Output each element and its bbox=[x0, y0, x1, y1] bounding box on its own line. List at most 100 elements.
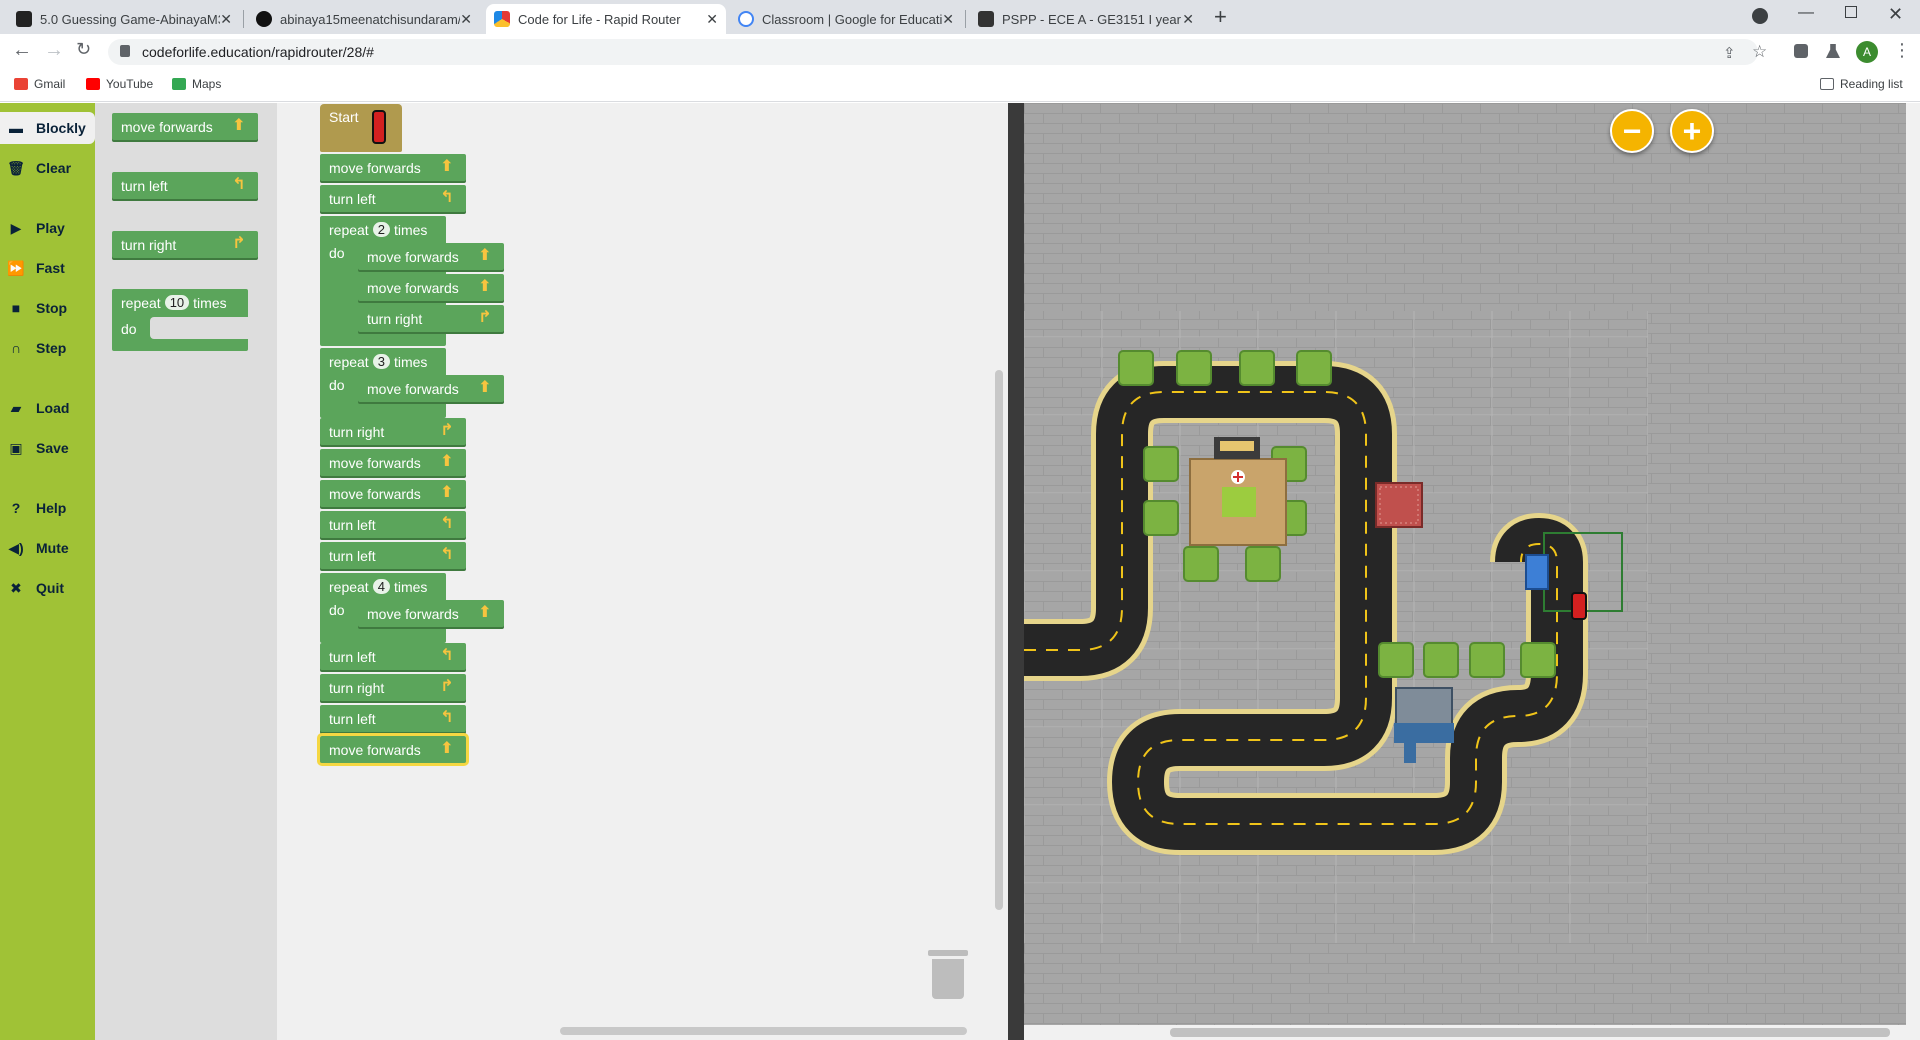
repeat-count[interactable]: 4 bbox=[372, 579, 390, 594]
game-map: − + bbox=[1024, 103, 1906, 1025]
button-label: Fast bbox=[36, 260, 65, 276]
clear-button[interactable]: 🗑 Clear bbox=[0, 152, 95, 184]
close-tab-icon[interactable]: ✕ bbox=[942, 11, 954, 28]
save-button[interactable]: ▣ Save bbox=[0, 432, 95, 464]
share-icon[interactable]: ⇪ bbox=[1723, 44, 1736, 62]
help-icon: ? bbox=[11, 500, 21, 516]
tab-classroom[interactable]: Classroom | Google for Educatio ✕ bbox=[730, 4, 962, 34]
repeat-count[interactable]: 3 bbox=[372, 354, 390, 369]
block-label: move forwards bbox=[121, 118, 213, 135]
move-forwards-block[interactable]: move forwards ⬆ bbox=[358, 375, 504, 402]
arrow-turn-right-icon: ↱ bbox=[440, 422, 454, 439]
move-forwards-block[interactable]: move forwards ⬆ bbox=[358, 600, 504, 627]
close-tab-icon[interactable]: ✕ bbox=[220, 11, 232, 28]
reload-icon[interactable]: ↻ bbox=[76, 39, 91, 60]
move-forwards-block[interactable]: move forwards ⬆ bbox=[358, 274, 504, 301]
panel-divider[interactable] bbox=[1008, 103, 1024, 1040]
maximize-icon[interactable] bbox=[1845, 6, 1857, 18]
trash-can-icon[interactable] bbox=[928, 950, 968, 1000]
step-button[interactable]: ∩ Step bbox=[0, 332, 95, 364]
start-block[interactable]: Start bbox=[320, 104, 402, 152]
repeat-label: repeat bbox=[121, 294, 161, 311]
help-button[interactable]: ? Help bbox=[0, 492, 95, 524]
turn-left-block[interactable]: turn left ↰ bbox=[320, 542, 466, 569]
tab-search-icon[interactable] bbox=[1752, 8, 1768, 24]
folder-icon: ▰ bbox=[10, 399, 22, 416]
fast-button[interactable]: ⏩ Fast bbox=[0, 252, 95, 284]
move-forwards-block[interactable]: move forwards ⬆ bbox=[320, 480, 466, 507]
repeat-slot bbox=[150, 317, 248, 339]
turn-left-block[interactable]: turn left ↰ bbox=[320, 705, 466, 732]
close-tab-icon[interactable]: ✕ bbox=[1182, 11, 1194, 28]
workspace-horizontal-scrollbar[interactable] bbox=[560, 1027, 967, 1035]
blockly-button[interactable]: ▬ Blockly bbox=[0, 112, 95, 144]
profile-avatar[interactable]: A bbox=[1856, 41, 1878, 63]
turn-left-block[interactable]: turn left ↰ bbox=[320, 511, 466, 538]
toolbox-move-forwards-block[interactable]: move forwards ⬆ bbox=[112, 113, 258, 140]
move-forwards-block[interactable]: move forwards ⬆ bbox=[358, 243, 504, 270]
lock-icon[interactable] bbox=[120, 45, 130, 57]
toolbox-turn-right-block[interactable]: turn right ↱ bbox=[112, 231, 258, 258]
move-forwards-block[interactable]: move forwards ⬆ bbox=[320, 154, 466, 181]
do-label: do bbox=[329, 377, 345, 393]
block-label: turn right bbox=[329, 423, 385, 440]
mute-button[interactable]: ◀) Mute bbox=[0, 532, 95, 564]
page-vertical-scrollbar[interactable] bbox=[1906, 103, 1920, 1040]
tab-title: 5.0 Guessing Game-AbinayaM3 - bbox=[40, 11, 220, 27]
menu-icon[interactable]: ⋮ bbox=[1893, 40, 1911, 61]
workspace-vertical-scrollbar[interactable] bbox=[995, 370, 1003, 910]
turn-left-block[interactable]: turn left ↰ bbox=[320, 643, 466, 670]
page-horizontal-scrollbar[interactable] bbox=[1024, 1025, 1906, 1040]
do-label: do bbox=[121, 321, 137, 337]
zoom-out-button[interactable]: − bbox=[1610, 109, 1654, 153]
block-label: move forwards bbox=[367, 380, 459, 397]
do-label: do bbox=[329, 602, 345, 618]
minimize-icon[interactable]: — bbox=[1798, 4, 1814, 22]
stop-button[interactable]: ■ Stop bbox=[0, 292, 95, 324]
bookmark-star-icon[interactable]: ☆ bbox=[1752, 42, 1767, 62]
new-tab-icon[interactable]: + bbox=[1214, 4, 1227, 30]
bookmark-maps[interactable]: Maps bbox=[172, 77, 221, 91]
zoom-in-button[interactable]: + bbox=[1670, 109, 1714, 153]
repeat-count[interactable]: 2 bbox=[372, 222, 390, 237]
move-forwards-block[interactable]: move forwards ⬆ bbox=[320, 449, 466, 476]
toolbox-turn-left-block[interactable]: turn left ↰ bbox=[112, 172, 258, 199]
block-label: turn right bbox=[367, 310, 423, 327]
repeat-header: repeat 4 times bbox=[320, 573, 427, 600]
trash-icon: 🗑 bbox=[7, 159, 25, 176]
move-forwards-block-selected[interactable]: move forwards ⬆ bbox=[317, 733, 469, 766]
bookmark-youtube[interactable]: YouTube bbox=[86, 77, 153, 91]
url-text[interactable]: codeforlife.education/rapidrouter/28/# bbox=[142, 44, 374, 60]
horizontal-scroll-thumb[interactable] bbox=[1170, 1028, 1890, 1037]
tab-rapid-router[interactable]: Code for Life - Rapid Router ✕ bbox=[486, 4, 726, 34]
close-tab-icon[interactable]: ✕ bbox=[460, 11, 472, 28]
turn-right-block[interactable]: turn right ↱ bbox=[358, 305, 504, 332]
extensions-icon[interactable] bbox=[1794, 44, 1808, 58]
load-button[interactable]: ▰ Load bbox=[0, 392, 95, 424]
replit-icon bbox=[16, 11, 32, 27]
tab-pspp[interactable]: PSPP - ECE A - GE3151 I year ECE ✕ bbox=[970, 4, 1202, 34]
blockly-icon: ▬ bbox=[9, 120, 23, 136]
repeat-header: repeat 10 times bbox=[112, 289, 227, 316]
toolbox-repeat-block[interactable]: repeat 10 times do bbox=[112, 289, 248, 351]
block-label: move forwards bbox=[329, 454, 421, 471]
forward-icon[interactable]: → bbox=[44, 39, 64, 62]
repeat-count[interactable]: 10 bbox=[164, 295, 190, 310]
turn-left-block[interactable]: turn left ↰ bbox=[320, 185, 466, 212]
quit-button[interactable]: ✖ Quit bbox=[0, 572, 95, 604]
van-icon bbox=[372, 110, 386, 144]
play-button[interactable]: ▶ Play bbox=[0, 212, 95, 244]
close-tab-icon[interactable]: ✕ bbox=[706, 11, 718, 28]
tab-guessing-game[interactable]: 5.0 Guessing Game-AbinayaM3 - ✕ bbox=[8, 4, 240, 34]
window-close-icon[interactable]: ✕ bbox=[1888, 4, 1903, 25]
button-label: Mute bbox=[36, 540, 69, 556]
turn-right-block[interactable]: turn right ↱ bbox=[320, 674, 466, 701]
tab-github[interactable]: abinaya15meenatchisundaram/P ✕ bbox=[248, 4, 480, 34]
reading-list-button[interactable]: Reading list bbox=[1820, 77, 1903, 91]
block-label: move forwards bbox=[367, 605, 459, 622]
block-label: turn left bbox=[121, 177, 168, 194]
turn-right-block[interactable]: turn right ↱ bbox=[320, 418, 466, 445]
bookmark-gmail[interactable]: Gmail bbox=[14, 77, 65, 91]
times-label: times bbox=[393, 578, 428, 595]
back-icon[interactable]: ← bbox=[12, 39, 32, 62]
